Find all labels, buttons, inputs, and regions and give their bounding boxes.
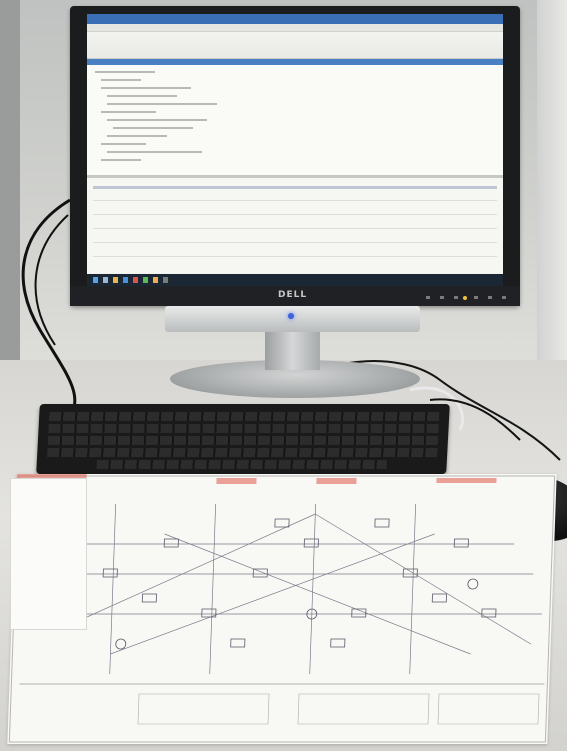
code-line xyxy=(101,79,141,81)
grid-row xyxy=(93,256,497,257)
code-line xyxy=(107,95,177,97)
code-line xyxy=(95,71,155,73)
grid-row xyxy=(93,200,497,201)
power-led-icon xyxy=(463,296,467,300)
monitor-button xyxy=(474,296,478,299)
monitor-brand-logo: DELL xyxy=(278,290,308,300)
start-icon xyxy=(93,277,98,283)
taskbar-icon xyxy=(163,277,168,283)
monitor-stand-bar xyxy=(165,306,420,332)
key-row xyxy=(47,436,439,445)
photo-scene: DELL xyxy=(0,0,567,751)
window-titlebar xyxy=(87,14,503,24)
monitor-button xyxy=(502,296,506,299)
taskbar-icon xyxy=(153,277,158,283)
window-menubar xyxy=(87,24,503,32)
taskbar-icon xyxy=(103,277,108,283)
key-row xyxy=(96,460,387,469)
code-line xyxy=(101,143,146,145)
monitor-stand-neck xyxy=(265,330,320,370)
code-line xyxy=(107,119,207,121)
os-taskbar xyxy=(87,274,503,286)
taskbar-icon xyxy=(143,277,148,283)
code-line xyxy=(107,103,217,105)
taskbar-icon xyxy=(133,277,138,283)
code-line xyxy=(101,87,191,89)
monitor-screen xyxy=(87,14,503,286)
grid-row xyxy=(93,242,497,243)
monitor-button xyxy=(488,296,492,299)
keyboard xyxy=(36,404,450,474)
code-line xyxy=(101,159,141,161)
window-toolbar xyxy=(87,32,503,59)
schematic-drawing xyxy=(8,474,556,743)
monitor-button xyxy=(426,296,430,299)
grid-row xyxy=(93,228,497,229)
code-editor-area xyxy=(87,65,503,175)
results-grid xyxy=(87,178,503,273)
code-line xyxy=(107,135,167,137)
taskbar-icon xyxy=(123,277,128,283)
key-row xyxy=(47,448,438,457)
monitor-button xyxy=(454,296,458,299)
grid-header xyxy=(93,186,497,189)
printed-sheet-left xyxy=(10,478,87,630)
power-indicator-icon xyxy=(288,313,294,319)
key-row xyxy=(48,424,439,433)
grid-row xyxy=(93,214,497,215)
code-line xyxy=(107,151,202,153)
code-line xyxy=(113,127,193,129)
key-row xyxy=(48,412,440,421)
printed-schematic xyxy=(7,474,557,744)
taskbar-icon xyxy=(113,277,118,283)
code-line xyxy=(101,111,156,113)
monitor-button xyxy=(440,296,444,299)
monitor: DELL xyxy=(70,6,520,306)
